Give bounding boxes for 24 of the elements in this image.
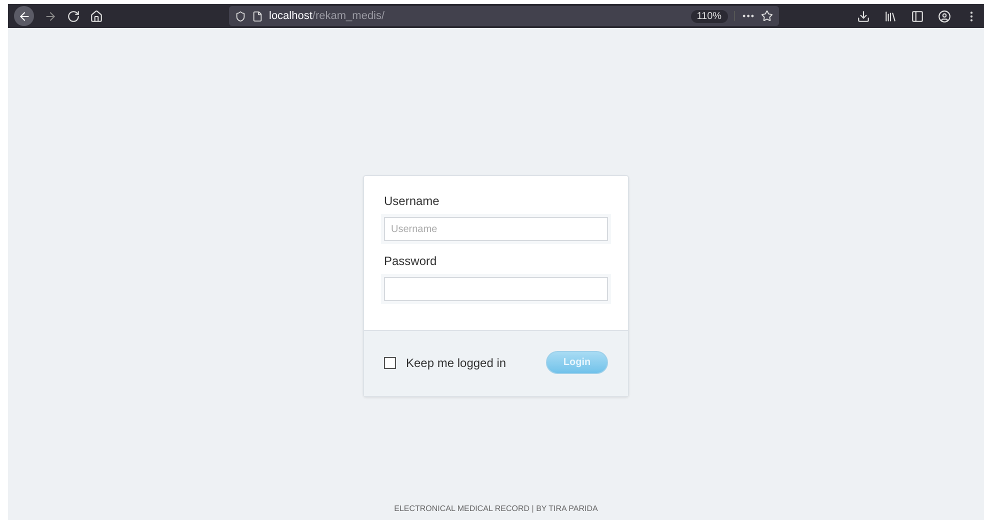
page-actions-button[interactable]: ••• [734, 11, 755, 21]
zoom-level[interactable]: 110% [690, 10, 728, 22]
password-label: Password [384, 254, 438, 268]
back-button[interactable] [14, 6, 34, 26]
password-field[interactable] [384, 277, 608, 301]
account-icon[interactable] [938, 10, 951, 22]
forward-icon[interactable] [44, 10, 57, 22]
reload-icon[interactable] [67, 10, 80, 22]
star-icon[interactable] [761, 10, 773, 22]
home-icon[interactable] [90, 10, 103, 22]
username-label: Username [384, 194, 440, 208]
library-icon[interactable] [884, 10, 897, 22]
sidebar-icon[interactable] [911, 10, 924, 22]
url-host: localhost [269, 10, 312, 22]
remember-label: Keep me logged in [406, 356, 506, 370]
username-field[interactable]: Username [384, 217, 608, 241]
url-path: /rekam_medis/ [312, 10, 385, 22]
back-arrow-icon [18, 10, 30, 22]
remember-checkbox[interactable] [384, 356, 396, 368]
download-icon[interactable] [857, 10, 870, 22]
footer-text: ELECTRONICAL MEDICAL RECORD | BY TIRA PARIDA [394, 504, 598, 513]
page-icon [252, 10, 263, 22]
address-bar[interactable]: localhost/rekam_medis/ 110% ••• [229, 6, 779, 26]
shield-icon [235, 10, 246, 22]
